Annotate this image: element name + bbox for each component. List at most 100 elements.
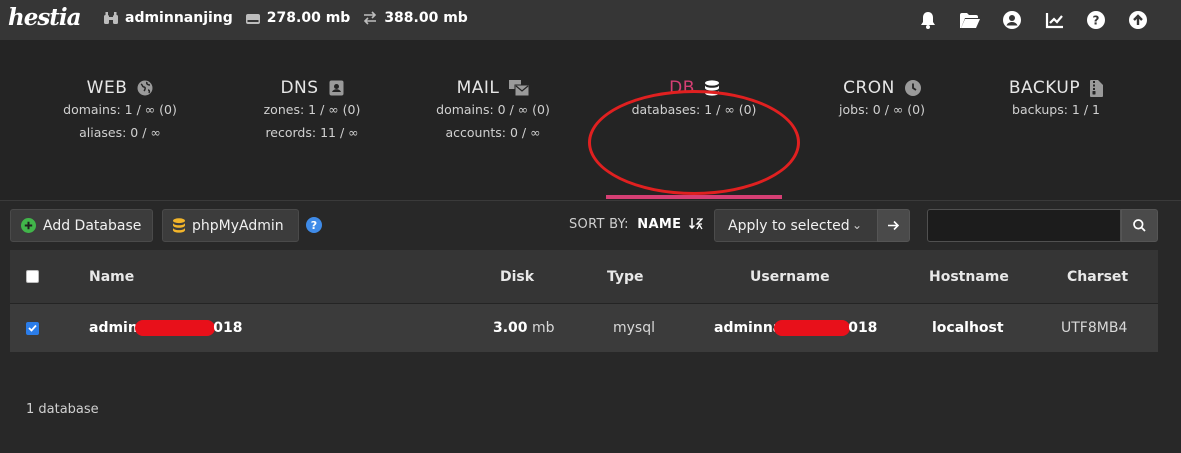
hestia-logo[interactable]: hestia bbox=[8, 4, 82, 31]
bandwidth-value: 388.00 mb bbox=[384, 10, 468, 26]
mail-bulk-icon bbox=[509, 80, 530, 96]
sort-by-label: SORT BY: bbox=[569, 217, 629, 232]
phpmyadmin-label: phpMyAdmin bbox=[192, 217, 284, 234]
phpmyadmin-button[interactable]: phpMyAdmin bbox=[162, 209, 299, 242]
database-icon bbox=[173, 218, 185, 233]
username-suffix: 018 bbox=[848, 320, 878, 336]
tab-mail[interactable]: MAIL domains: 0 / ∞ (0) accounts: 0 / ∞ bbox=[403, 78, 583, 144]
tab-web[interactable]: WEB domains: 1 / ∞ (0) aliases: 0 / ∞ bbox=[30, 78, 210, 144]
question-circle-icon[interactable]: ? bbox=[1085, 9, 1107, 31]
checkbox[interactable] bbox=[26, 270, 39, 283]
plus-circle-icon bbox=[21, 218, 36, 233]
redaction-mark bbox=[774, 320, 851, 336]
search-icon bbox=[1133, 219, 1146, 232]
clock-icon bbox=[904, 80, 921, 96]
search-input[interactable] bbox=[927, 209, 1121, 242]
tab-mail-stat: accounts: 0 / ∞ bbox=[445, 125, 541, 140]
check-icon bbox=[28, 324, 37, 332]
hdd-icon bbox=[245, 13, 260, 24]
checkbox-checked[interactable] bbox=[26, 321, 39, 335]
disk-usage-value: 278.00 mb bbox=[267, 10, 351, 26]
redaction-mark bbox=[135, 320, 216, 336]
toolbar: Add Database phpMyAdmin ? SORT BY: NAME … bbox=[0, 202, 1181, 250]
disk-value: 3.00 bbox=[493, 320, 528, 336]
file-archive-icon bbox=[1090, 79, 1104, 97]
exchange-icon bbox=[364, 11, 377, 25]
chart-line-icon[interactable] bbox=[1043, 9, 1065, 31]
search-button[interactable] bbox=[1121, 209, 1158, 242]
type-cell: mysql bbox=[613, 320, 655, 336]
column-header-username[interactable]: Username bbox=[750, 250, 830, 303]
username-label: adminnanjing bbox=[125, 10, 233, 26]
hostname-cell: localhost bbox=[932, 320, 1004, 336]
tab-cron[interactable]: CRON jobs: 0 / ∞ (0) bbox=[792, 78, 972, 121]
tab-dns-label: DNS bbox=[280, 78, 319, 98]
bell-icon[interactable] bbox=[917, 9, 939, 31]
charset-cell: UTF8MB4 bbox=[1061, 320, 1128, 336]
folder-open-icon[interactable] bbox=[959, 9, 981, 31]
active-tab-indicator bbox=[606, 195, 782, 199]
database-table: Name Disk Type Username Hostname Charset… bbox=[10, 250, 1158, 352]
tab-backup-title: BACKUP bbox=[966, 78, 1146, 98]
select-all-checkbox[interactable] bbox=[26, 250, 39, 303]
disk-usage-text: 278.00 mb bbox=[266, 10, 351, 26]
tab-dns-title: DNS bbox=[222, 78, 402, 98]
tab-dns-stat: zones: 1 / ∞ (0) bbox=[263, 102, 361, 117]
tab-cron-label: CRON bbox=[843, 78, 895, 98]
column-header-charset[interactable]: Charset bbox=[1067, 250, 1128, 303]
svg-text:?: ? bbox=[1093, 14, 1100, 28]
database-count: 1 database bbox=[26, 402, 99, 417]
stats-panel: WEB domains: 1 / ∞ (0) aliases: 0 / ∞ DN… bbox=[0, 40, 1181, 201]
sort-by-value: NAME bbox=[637, 217, 682, 232]
binoculars-icon bbox=[104, 12, 118, 24]
username-cell: adminnan 018 bbox=[714, 304, 877, 352]
tab-web-stat: aliases: 0 / ∞ bbox=[79, 125, 161, 140]
tab-dns[interactable]: DNS zones: 1 / ∞ (0) records: 11 / ∞ bbox=[222, 78, 402, 144]
column-header-disk[interactable]: Disk bbox=[500, 250, 534, 303]
tab-web-stat: domains: 1 / ∞ (0) bbox=[63, 102, 177, 117]
table-row[interactable]: adminna 018 3.00 mb mysql adminnan 018 loc… bbox=[10, 304, 1158, 352]
chevron-down-icon: ⌄ bbox=[851, 218, 862, 232]
tab-cron-title: CRON bbox=[792, 78, 972, 98]
database-name-suffix: 018 bbox=[213, 320, 243, 336]
table-header: Name Disk Type Username Hostname Charset bbox=[10, 250, 1158, 304]
arrow-right-icon bbox=[887, 220, 899, 231]
tab-backup-label: BACKUP bbox=[1008, 78, 1081, 98]
annotation-red-ellipse bbox=[588, 90, 800, 195]
tab-mail-label: MAIL bbox=[456, 78, 500, 98]
top-icon-bar: ? bbox=[917, 9, 1149, 31]
add-database-label: Add Database bbox=[43, 217, 142, 234]
user-circle-icon[interactable] bbox=[1001, 9, 1023, 31]
bandwidth-text: 388.00 mb bbox=[384, 10, 468, 26]
apply-bulk-action-button[interactable] bbox=[877, 209, 910, 242]
row-checkbox[interactable] bbox=[26, 304, 39, 352]
arrow-up-circle-icon[interactable] bbox=[1127, 9, 1149, 31]
tab-dns-stat: records: 11 / ∞ bbox=[265, 125, 359, 140]
top-bar: hestia adminnanjing 278.00 mb 388.00 mb … bbox=[0, 0, 1181, 40]
tab-mail-title: MAIL bbox=[403, 78, 583, 98]
help-icon[interactable]: ? bbox=[306, 217, 322, 233]
address-book-icon bbox=[329, 80, 344, 96]
tab-web-title: WEB bbox=[30, 78, 210, 98]
column-header-hostname[interactable]: Hostname bbox=[929, 250, 1009, 303]
sort-alpha-down-icon bbox=[688, 218, 704, 230]
tab-backup[interactable]: BACKUP backups: 1 / 1 bbox=[966, 78, 1146, 121]
user-summary[interactable]: adminnanjing bbox=[103, 10, 233, 26]
globe-icon bbox=[137, 80, 153, 96]
tab-cron-stat: jobs: 0 / ∞ (0) bbox=[839, 102, 925, 117]
tab-mail-stat: domains: 0 / ∞ (0) bbox=[436, 102, 550, 117]
bulk-action-value: Apply to selected bbox=[728, 217, 850, 234]
tab-backup-stat: backups: 1 / 1 bbox=[1012, 102, 1100, 117]
bandwidth-usage: 388.00 mb bbox=[362, 10, 468, 26]
bulk-action-select[interactable]: Apply to selected ⌄ bbox=[714, 209, 878, 242]
sort-by-control[interactable]: SORT BY: NAME bbox=[569, 217, 704, 232]
column-header-type[interactable]: Type bbox=[607, 250, 644, 303]
account-summary: adminnanjing 278.00 mb 388.00 mb bbox=[103, 10, 480, 26]
disk-usage: 278.00 mb bbox=[245, 10, 351, 26]
tab-web-label: WEB bbox=[86, 78, 128, 98]
database-name[interactable]: adminna 018 bbox=[89, 304, 242, 352]
column-header-name[interactable]: Name bbox=[89, 250, 134, 303]
disk-cell: 3.00 mb bbox=[493, 304, 555, 352]
disk-unit: mb bbox=[532, 320, 555, 336]
add-database-button[interactable]: Add Database bbox=[10, 209, 153, 242]
